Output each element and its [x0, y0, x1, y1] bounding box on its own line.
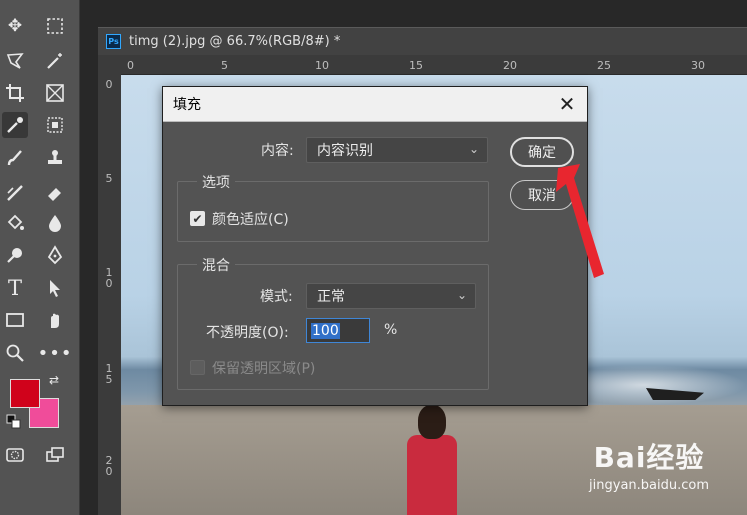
ruler-tick: 0: [105, 78, 113, 91]
horizontal-ruler[interactable]: 0 5 10 15 20 25 30: [121, 55, 747, 75]
brush-icon[interactable]: [2, 145, 28, 171]
frame-tool-icon[interactable]: [42, 80, 68, 106]
swap-colors-icon[interactable]: ⇄: [46, 372, 62, 388]
marquee-tool-icon[interactable]: [42, 13, 68, 39]
pen-icon[interactable]: [42, 242, 68, 268]
watermark-url: jingyan.baidu.com: [589, 478, 709, 493]
annotation-arrow-icon: [556, 164, 604, 278]
preserve-transparency-checkbox[interactable]: [190, 360, 205, 375]
vertical-ruler[interactable]: 0 5 10 15 20: [98, 75, 121, 515]
ruler-tick: 15: [105, 362, 113, 386]
options-group-title: 选项: [197, 172, 235, 192]
lasso-tool-icon[interactable]: [2, 48, 28, 74]
move-tool-icon[interactable]: ✥: [2, 13, 28, 39]
mode-label: 模式:: [260, 289, 293, 305]
magic-wand-icon[interactable]: [42, 48, 68, 74]
hair: [418, 405, 446, 439]
chevron-down-icon: ⌄: [468, 142, 479, 156]
preserve-transparency-label: 保留透明区域(P): [212, 361, 316, 377]
woman-figure: [403, 405, 461, 515]
blend-group-title: 混合: [197, 255, 235, 275]
rectangle-tool-icon[interactable]: [2, 307, 28, 333]
select-subject-icon[interactable]: [42, 112, 68, 138]
ruler-tick: 30: [691, 59, 705, 72]
color-adapt-checkbox[interactable]: ✔: [190, 211, 205, 226]
type-tool-icon[interactable]: T: [2, 275, 28, 301]
dodge-icon[interactable]: [2, 242, 28, 268]
healing-brush-icon[interactable]: [2, 180, 28, 206]
hand-rotate-icon[interactable]: [42, 307, 68, 333]
ruler-tick: 10: [105, 266, 113, 290]
close-icon[interactable]: ✕: [557, 92, 577, 116]
document-tab[interactable]: Ps timg (2).jpg @ 66.7%(RGB/8#) *: [98, 27, 747, 55]
content-label: 内容:: [261, 143, 294, 159]
chevron-down-icon: ⌄: [456, 288, 467, 302]
red-dress: [407, 435, 457, 515]
content-value: 内容识别: [317, 143, 373, 159]
ruler-tick: 15: [409, 59, 423, 72]
ruler-tick: 0: [127, 59, 134, 72]
dialog-titlebar[interactable]: 填充 ✕: [163, 87, 587, 122]
opacity-label: 不透明度(O):: [206, 325, 289, 341]
foreground-color-swatch[interactable]: [10, 379, 40, 408]
watermark-main: Bai经验: [593, 441, 705, 474]
ruler-corner: [98, 55, 121, 75]
ruler-tick: 5: [221, 59, 228, 72]
document-title: timg (2).jpg @ 66.7%(RGB/8#) *: [129, 34, 341, 49]
screen-mode-icon[interactable]: [42, 442, 68, 468]
mode-value: 正常: [317, 289, 345, 305]
ruler-tick: 20: [503, 59, 517, 72]
quick-mask-icon[interactable]: [2, 442, 28, 468]
default-colors-icon[interactable]: [6, 414, 22, 430]
tools-panel: ✥ T ••• ⇄: [0, 0, 80, 515]
zoom-icon[interactable]: [2, 340, 28, 366]
photoshop-file-icon: Ps: [106, 34, 121, 49]
fill-dialog: 填充 ✕ 内容: 内容识别 ⌄ 选项 ✔ 颜色适应(C) 混合 模式: 正常 ⌄…: [162, 86, 588, 406]
eyedropper-icon[interactable]: [2, 112, 28, 138]
color-adapt-label: 颜色适应(C): [212, 212, 289, 228]
more-tools-icon[interactable]: •••: [38, 340, 72, 366]
paint-bucket-icon[interactable]: [2, 210, 28, 236]
mode-dropdown[interactable]: 正常 ⌄: [306, 283, 476, 309]
opacity-unit: %: [384, 322, 398, 338]
opacity-input[interactable]: 100: [306, 318, 370, 343]
content-dropdown[interactable]: 内容识别 ⌄: [306, 137, 488, 163]
ruler-tick: 20: [105, 454, 113, 478]
stamp-icon[interactable]: [42, 145, 68, 171]
ruler-tick: 25: [597, 59, 611, 72]
dialog-title: 填充: [173, 97, 201, 113]
ruler-tick: 10: [315, 59, 329, 72]
blur-drop-icon[interactable]: [42, 210, 68, 236]
opacity-value: 100: [311, 322, 340, 339]
crop-tool-icon[interactable]: [2, 80, 28, 106]
path-selection-icon[interactable]: [42, 275, 68, 301]
ruler-tick: 5: [105, 172, 113, 185]
baidu-watermark: Bai经验 jingyan.baidu.com: [589, 436, 709, 493]
eraser-icon[interactable]: [42, 180, 68, 206]
